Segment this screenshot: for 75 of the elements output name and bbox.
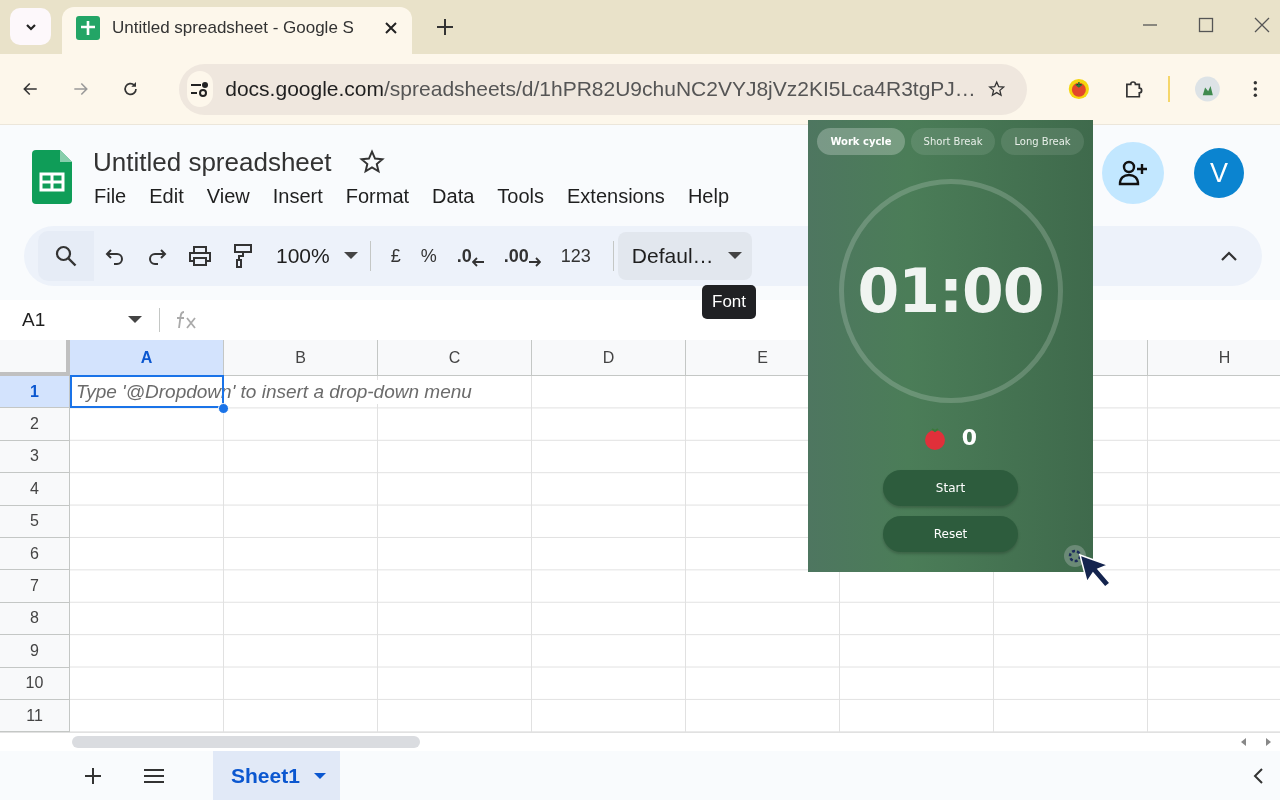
url-text: docs.google.com/spreadsheets/d/1hPR82U9chuNC2VYJ8jVz2KI5Lca4R3tgPJ… [225, 77, 976, 101]
menu-icon[interactable] [1253, 78, 1258, 100]
user-avatar[interactable]: V [1194, 148, 1244, 198]
format-button[interactable]: 123 [560, 245, 591, 267]
row-header[interactable]: 8 [0, 602, 70, 636]
timer-button[interactable]: Start [883, 470, 1018, 506]
sheets-favicon-icon [76, 15, 100, 40]
column-header[interactable]: D [532, 340, 686, 376]
zoom-dropdown[interactable]: 100% [276, 244, 330, 268]
arrow-right-icon [528, 256, 541, 267]
column-header[interactable]: C [378, 340, 532, 376]
chevron-left-icon[interactable] [1252, 767, 1264, 785]
row-header[interactable]: 7 [0, 570, 70, 603]
tomato-icon [923, 425, 946, 450]
sheets-logo-icon[interactable] [32, 150, 72, 204]
paint-roller-icon[interactable] [231, 243, 255, 269]
pomodoro-count: 0 [961, 425, 978, 450]
column-header[interactable]: A [70, 340, 224, 376]
menu-item[interactable]: Insert [271, 183, 331, 210]
menu-item[interactable]: Help [686, 183, 737, 210]
caret-icon [727, 252, 742, 260]
sheet-tab[interactable]: Sheet1 [213, 751, 340, 800]
chevron-down-icon [23, 21, 38, 32]
print-icon[interactable] [187, 244, 213, 268]
caret-icon[interactable] [128, 316, 142, 324]
document-title[interactable]: Untitled spreadsheet [93, 146, 332, 178]
menu-item[interactable]: Format [344, 183, 418, 210]
caret-icon[interactable] [343, 252, 358, 260]
column-header[interactable]: B [224, 340, 378, 376]
cell-reference-field[interactable]: A1 [22, 309, 128, 331]
row-header[interactable]: 2 [0, 408, 70, 441]
row-header[interactable]: 3 [0, 440, 70, 474]
row-header[interactable]: 11 [0, 699, 70, 732]
search-button[interactable] [38, 231, 94, 281]
row-header[interactable]: 10 [0, 667, 70, 700]
column-header[interactable]: H [1148, 340, 1280, 376]
row-header[interactable]: 5 [0, 505, 70, 538]
format-button[interactable]: % [420, 245, 437, 267]
mode-tab[interactable]: Long Break [1001, 128, 1084, 155]
font-dropdown[interactable]: Defaul… [617, 232, 752, 280]
star-icon[interactable] [359, 149, 386, 175]
mode-tab[interactable]: Short Break [910, 128, 996, 155]
timer-display: 01:00 [857, 256, 1044, 326]
arrow-left-icon [471, 256, 484, 267]
decrease-decimal-button[interactable]: .0 [456, 245, 484, 267]
menu-item[interactable]: Data [431, 183, 483, 210]
menu-item[interactable]: Tools [496, 183, 553, 210]
tab-title: Untitled spreadsheet - Google S [112, 17, 355, 38]
caret-icon [313, 772, 326, 780]
site-info-button[interactable] [187, 71, 214, 107]
timer-button[interactable]: Reset [883, 516, 1018, 552]
add-person-icon [1118, 160, 1148, 186]
row-header[interactable]: 6 [0, 537, 70, 571]
row-header[interactable]: 9 [0, 635, 70, 668]
increase-decimal-button[interactable]: .00 [503, 245, 541, 267]
new-tab-icon[interactable] [436, 18, 454, 36]
fill-handle[interactable] [218, 403, 229, 414]
row-header[interactable]: 1 [0, 376, 70, 409]
menu-item[interactable]: Edit [148, 183, 192, 210]
tooltip: Font [702, 285, 757, 319]
format-button[interactable]: £ [390, 245, 401, 267]
search-icon [54, 244, 78, 268]
menu-item[interactable]: Extensions [566, 183, 673, 210]
menu-icon[interactable] [143, 767, 165, 785]
address-bar[interactable]: docs.google.com/spreadsheets/d/1hPR82U9chuNC2VYJ8jVz2KI5Lca4R3tgPJ… [179, 63, 1028, 115]
scrollbar-thumb[interactable] [72, 736, 420, 748]
chevron-up-icon[interactable] [1220, 250, 1238, 262]
function-icon [175, 310, 199, 330]
add-sheet-icon[interactable] [83, 766, 103, 786]
maximize-icon[interactable] [1198, 17, 1214, 33]
browser-tab[interactable]: Untitled spreadsheet - Google S [62, 7, 412, 54]
row-header[interactable]: 4 [0, 473, 70, 506]
close-icon[interactable] [384, 20, 398, 35]
menu-item[interactable]: View [205, 183, 258, 210]
menu-item[interactable]: File [93, 183, 135, 210]
